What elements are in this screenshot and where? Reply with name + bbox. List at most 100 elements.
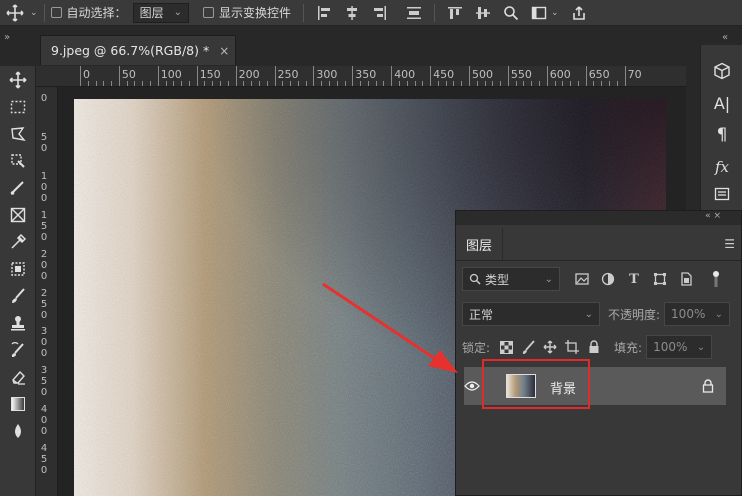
expand-panels-icon[interactable]: « xyxy=(722,32,728,43)
paragraph-icon[interactable]: ¶ xyxy=(701,119,742,151)
fx-icon[interactable]: fx xyxy=(701,151,742,183)
close-icon[interactable]: × xyxy=(219,44,229,58)
chevron-down-icon: ⌄ xyxy=(544,273,553,285)
blend-row: 正常 ⌄ 不透明度: 100% ⌄ xyxy=(462,302,742,326)
lock-label: 锁定: xyxy=(462,340,491,355)
share-icon[interactable] xyxy=(569,3,589,23)
ruler-label: 600 xyxy=(549,68,571,81)
crop-tool-icon[interactable] xyxy=(0,174,36,201)
blend-mode-dropdown[interactable]: 正常 ⌄ xyxy=(462,302,600,326)
layers-tab-bar: 图层 ☰ xyxy=(456,225,741,261)
ruler-label: 350 xyxy=(355,68,377,81)
chevron-down-icon: ⌄ xyxy=(550,7,559,18)
ruler-tick xyxy=(313,66,315,86)
ruler-label: 150 xyxy=(199,68,221,81)
chevron-down-icon: ⌄ xyxy=(584,308,593,320)
blend-mode-value: 正常 xyxy=(469,307,494,322)
collapse-toolbar-icon[interactable]: » xyxy=(4,32,10,43)
ruler-label: 100 xyxy=(40,170,48,204)
ruler-label: 500 xyxy=(472,68,493,81)
ruler-label: 350 xyxy=(40,365,48,399)
lasso-tool-icon[interactable] xyxy=(0,120,36,147)
auto-select-target-value: 图层 xyxy=(139,6,164,20)
filter-toggle-icon[interactable] xyxy=(706,269,726,289)
filter-smart-object-icon[interactable] xyxy=(676,269,696,289)
document-tab[interactable]: 9.jpeg @ 66.7%(RGB/8) * × xyxy=(40,35,236,65)
opacity-field[interactable]: 100% ⌄ xyxy=(664,302,731,326)
ruler-label: 550 xyxy=(510,68,532,81)
ruler-label: 650 xyxy=(588,68,610,81)
eyedropper-tool-icon[interactable] xyxy=(0,228,36,255)
show-transform-checkbox[interactable]: 显示变换控件 xyxy=(202,0,291,26)
opacity-label: 不透明度: xyxy=(608,307,661,322)
ruler-label: 70 xyxy=(627,68,642,81)
frame-tool-icon[interactable] xyxy=(0,201,36,228)
align-top-icon[interactable] xyxy=(445,3,465,23)
ruler-label: 200 xyxy=(238,68,260,81)
checkbox-box[interactable] xyxy=(202,7,214,18)
move-tool-icon[interactable] xyxy=(0,66,36,93)
eraser-tool-icon[interactable] xyxy=(0,363,36,390)
vertical-ruler: 0 50 100 150 200 250 300 350 400 450 xyxy=(36,87,58,496)
lock-icon[interactable] xyxy=(700,378,716,394)
lock-transparency-icon[interactable] xyxy=(496,337,516,357)
chevron-down-icon: ⌄ xyxy=(173,7,182,18)
photoshop-window: ⌄ 自动选择： 图层 ⌄ 显示变换控件 ⌄ » 9.jpeg @ 66.7%(R… xyxy=(0,0,742,496)
filter-shape-icon[interactable] xyxy=(650,269,670,289)
align-left-icon[interactable] xyxy=(314,3,334,23)
filter-adjustment-icon[interactable] xyxy=(598,269,618,289)
workspace-icon[interactable] xyxy=(529,3,549,23)
filter-type-icon[interactable]: T xyxy=(624,269,644,289)
blur-tool-icon[interactable] xyxy=(0,417,36,444)
move-tool-preset[interactable]: ⌄ xyxy=(6,0,38,26)
ruler-tick xyxy=(118,66,120,86)
history-brush-icon[interactable] xyxy=(0,336,36,363)
fill-field[interactable]: 100% ⌄ xyxy=(646,335,713,359)
fill-label: 填充: xyxy=(614,340,643,355)
lock-artboard-icon[interactable] xyxy=(562,337,582,357)
auto-select-label: 自动选择： xyxy=(66,6,127,20)
chevron-down-icon: ⌄ xyxy=(714,308,724,320)
gradient-tool-icon[interactable] xyxy=(0,390,36,417)
marquee-tool-icon[interactable] xyxy=(0,93,36,120)
ruler-tick xyxy=(235,66,237,86)
checkbox-box[interactable] xyxy=(50,7,62,18)
search-icon[interactable] xyxy=(501,3,521,23)
fx-label: fx xyxy=(714,158,729,176)
stamp-tool-icon[interactable] xyxy=(0,309,36,336)
ruler-label: 400 xyxy=(40,404,48,438)
visibility-eye-icon[interactable] xyxy=(462,377,482,395)
ruler-tick xyxy=(157,66,159,86)
ruler-tick xyxy=(546,66,548,86)
collapse-panel-icon[interactable]: « × xyxy=(705,211,721,221)
panel-menu-icon[interactable]: ☰ xyxy=(724,237,735,251)
filter-pixel-icon[interactable] xyxy=(572,269,592,289)
align-right-icon[interactable] xyxy=(370,3,390,23)
ruler-tick xyxy=(196,66,198,86)
ruler-label: 50 xyxy=(121,68,136,81)
ruler-label: 450 xyxy=(40,443,48,477)
tab-layers[interactable]: 图层 xyxy=(456,228,504,260)
auto-select-target-dropdown[interactable]: 图层 ⌄ xyxy=(132,2,189,23)
ruler-label: 200 xyxy=(40,248,48,282)
ruler-label: 100 xyxy=(160,68,182,81)
divider xyxy=(302,3,304,22)
distribute-icon[interactable] xyxy=(404,3,424,23)
align-middle-icon[interactable] xyxy=(473,3,493,23)
layer-filter-dropdown[interactable]: 类型 ⌄ xyxy=(462,267,560,291)
lock-pixels-icon[interactable] xyxy=(518,337,538,357)
align-center-icon[interactable] xyxy=(342,3,362,23)
3d-icon[interactable] xyxy=(701,55,742,87)
ruler-tick xyxy=(624,66,626,86)
layer-filter-value: 类型 xyxy=(485,272,510,287)
properties-icon[interactable] xyxy=(701,183,742,205)
lock-position-icon[interactable] xyxy=(540,337,560,357)
brush-tool-icon[interactable] xyxy=(0,282,36,309)
horizontal-ruler: 0 50 100 150 200 250 300 350 400 450 500 550 600 650 7… xyxy=(36,66,686,87)
panel-dock: A| ¶ fx xyxy=(700,45,742,215)
character-icon[interactable]: A| xyxy=(701,87,742,119)
healing-tool-icon[interactable] xyxy=(0,255,36,282)
lock-all-icon[interactable] xyxy=(584,337,604,357)
auto-select-checkbox[interactable]: 自动选择： xyxy=(50,0,127,26)
quick-select-tool-icon[interactable] xyxy=(0,147,36,174)
